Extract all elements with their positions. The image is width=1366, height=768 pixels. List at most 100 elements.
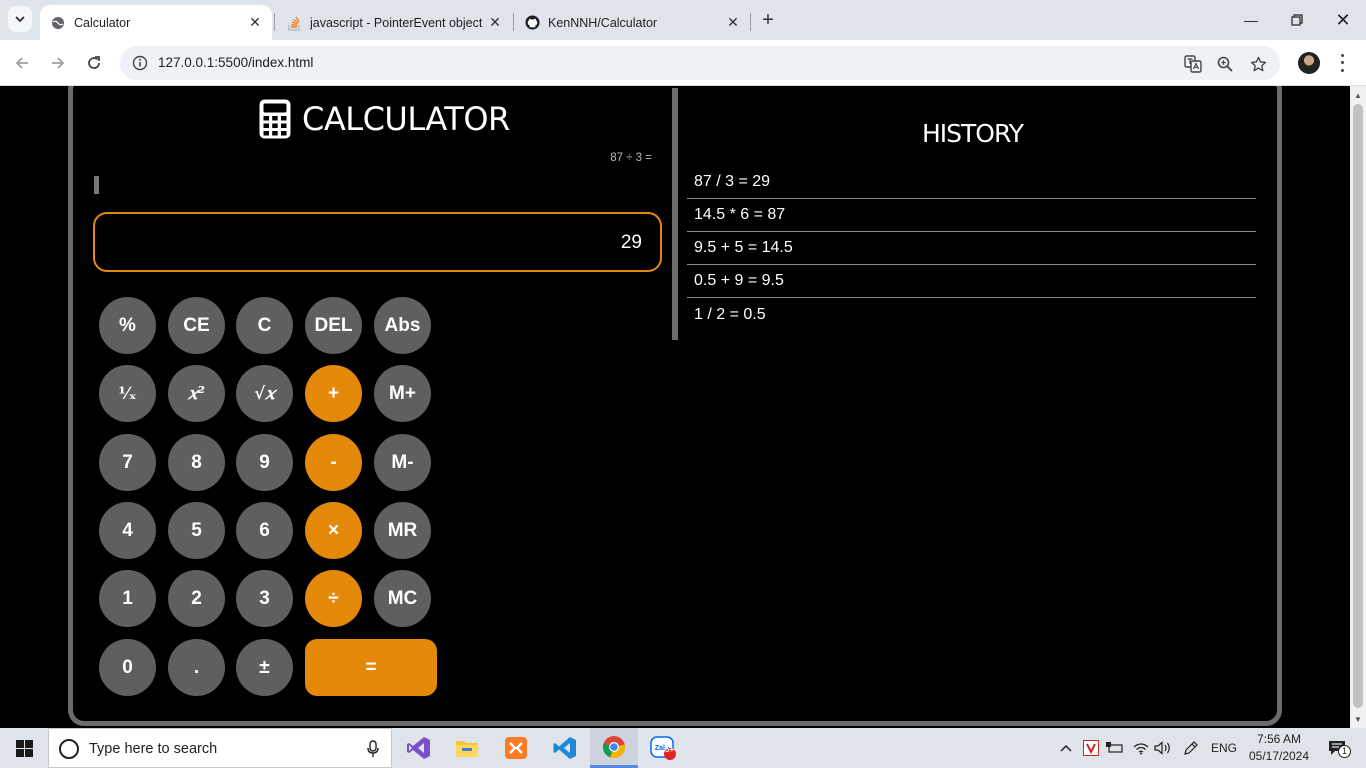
language-indicator[interactable]: ENG — [1208, 739, 1240, 757]
tab-github[interactable]: KenNNH/Calculator ✕ — [514, 5, 750, 40]
profile-avatar[interactable] — [1298, 52, 1320, 74]
close-icon[interactable]: ✕ — [246, 14, 264, 32]
vivaldi-tray-icon[interactable] — [1082, 739, 1100, 757]
history-title: HISTORY — [922, 119, 1024, 148]
tab-title: Calculator — [74, 15, 131, 30]
history-item[interactable]: 9.5 + 5 = 14.5 — [687, 232, 1256, 265]
url-text: 127.0.0.1:5500/index.html — [158, 55, 314, 70]
scrollbar-thumb[interactable] — [1353, 104, 1363, 708]
chevron-up-icon — [1060, 744, 1072, 752]
restore-button[interactable] — [1274, 0, 1320, 40]
delete-button[interactable]: DEL — [305, 297, 362, 354]
digit-9-button[interactable]: 9 — [236, 434, 293, 491]
page-scrollbar[interactable]: ▲ ▼ — [1350, 86, 1366, 728]
close-window-button[interactable]: ✕ — [1320, 0, 1366, 40]
wifi-icon[interactable] — [1132, 739, 1150, 757]
taskbar-search-box[interactable]: Type here to search — [48, 728, 392, 768]
browser-toolbar: 127.0.0.1:5500/index.html — [0, 40, 1366, 86]
search-placeholder: Type here to search — [89, 741, 218, 757]
negate-button[interactable]: ± — [236, 639, 293, 696]
clear-entry-button[interactable]: CE — [168, 297, 225, 354]
notification-center[interactable]: 1 — [1324, 739, 1351, 758]
volume-icon[interactable] — [1154, 739, 1172, 757]
memory-clear-button[interactable]: MC — [374, 570, 431, 627]
digit-0-button[interactable]: 0 — [99, 639, 156, 696]
reciprocal-button[interactable]: ¹⁄ₓ — [99, 365, 156, 422]
calculator-icon — [259, 99, 291, 139]
page-title: CALCULATOR — [302, 100, 510, 138]
tab-search-button[interactable] — [8, 6, 32, 32]
multiply-button[interactable]: × — [305, 502, 362, 559]
file-explorer-app[interactable] — [443, 728, 491, 768]
calculator-display[interactable]: 29 — [93, 212, 662, 272]
arrow-right-icon — [52, 57, 65, 69]
digit-8-button[interactable]: 8 — [168, 434, 225, 491]
menu-icon[interactable] — [1334, 52, 1350, 74]
start-button[interactable] — [0, 728, 48, 768]
tab-title: javascript - PointerEvent object — [310, 15, 483, 30]
taskbar-clock[interactable]: 7:56 AM 05/17/2024 — [1246, 731, 1312, 765]
scroll-down-icon[interactable]: ▼ — [1350, 711, 1366, 727]
show-hidden-icons[interactable] — [1058, 739, 1074, 757]
clock-date: 05/17/2024 — [1248, 749, 1310, 763]
forward-button[interactable] — [44, 49, 72, 77]
folder-icon — [456, 741, 478, 757]
zalo-app[interactable]: Zalo 5+ — [639, 728, 687, 768]
translate-icon[interactable] — [1182, 53, 1204, 75]
windows-icon — [15, 739, 33, 757]
calculator-header: CALCULATOR — [258, 98, 510, 140]
star-icon[interactable] — [1247, 53, 1269, 75]
pen-icon[interactable] — [1182, 739, 1200, 757]
history-item[interactable]: 0.5 + 9 = 9.5 — [687, 265, 1256, 298]
digit-7-button[interactable]: 7 — [99, 434, 156, 491]
digit-2-button[interactable]: 2 — [168, 570, 225, 627]
tab-stackoverflow[interactable]: javascript - PointerEvent object ✕ — [276, 5, 512, 40]
windows-taskbar: Type here to search Zalo 5+ ENG 7:56 AM … — [0, 728, 1366, 768]
tab-calculator[interactable]: Calculator ✕ — [40, 5, 272, 40]
chrome-icon — [602, 735, 626, 758]
clear-button[interactable]: C — [236, 297, 293, 354]
clock-time: 7:56 AM — [1256, 732, 1302, 746]
square-root-button[interactable]: √𝑥 — [236, 365, 293, 422]
zoom-icon[interactable] — [1214, 53, 1236, 75]
divide-button[interactable]: ÷ — [305, 570, 362, 627]
xampp-app[interactable] — [492, 728, 540, 768]
address-bar[interactable]: 127.0.0.1:5500/index.html — [120, 46, 1280, 80]
digit-6-button[interactable]: 6 — [236, 502, 293, 559]
history-item[interactable]: 1 / 2 = 0.5 — [687, 298, 1256, 331]
stackoverflow-icon — [286, 15, 302, 31]
xampp-icon — [505, 737, 527, 759]
digit-4-button[interactable]: 4 — [99, 502, 156, 559]
memory-add-button[interactable]: M+ — [374, 365, 431, 422]
add-button[interactable]: + — [305, 365, 362, 422]
digit-3-button[interactable]: 3 — [236, 570, 293, 627]
scroll-up-icon[interactable]: ▲ — [1350, 87, 1366, 103]
percent-button[interactable]: % — [99, 297, 156, 354]
info-icon[interactable] — [130, 53, 150, 73]
expression-readout: 87 ÷ 3 = — [610, 152, 652, 164]
close-icon[interactable]: ✕ — [724, 14, 742, 32]
history-item[interactable]: 87 / 3 = 29 — [687, 166, 1256, 199]
minimize-button[interactable]: — — [1228, 0, 1274, 40]
visual-studio-app[interactable] — [395, 728, 443, 768]
cortana-icon — [59, 739, 79, 759]
close-icon[interactable]: ✕ — [486, 14, 504, 32]
tab-separator — [750, 13, 751, 31]
reload-button[interactable] — [80, 49, 108, 77]
square-button[interactable]: 𝑥² — [168, 365, 225, 422]
new-tab-button[interactable]: + — [756, 8, 780, 32]
chrome-app[interactable] — [590, 728, 638, 768]
abs-button[interactable]: Abs — [374, 297, 431, 354]
battery-icon[interactable] — [1106, 739, 1124, 757]
equals-button[interactable]: = — [305, 639, 437, 696]
microphone-icon[interactable] — [363, 739, 383, 759]
subtract-button[interactable]: - — [305, 434, 362, 491]
vscode-app[interactable] — [541, 728, 589, 768]
back-button[interactable] — [8, 49, 36, 77]
digit-1-button[interactable]: 1 — [99, 570, 156, 627]
decimal-button[interactable]: . — [168, 639, 225, 696]
memory-subtract-button[interactable]: M- — [374, 434, 431, 491]
digit-5-button[interactable]: 5 — [168, 502, 225, 559]
memory-recall-button[interactable]: MR — [374, 502, 431, 559]
history-item[interactable]: 14.5 * 6 = 87 — [687, 199, 1256, 232]
